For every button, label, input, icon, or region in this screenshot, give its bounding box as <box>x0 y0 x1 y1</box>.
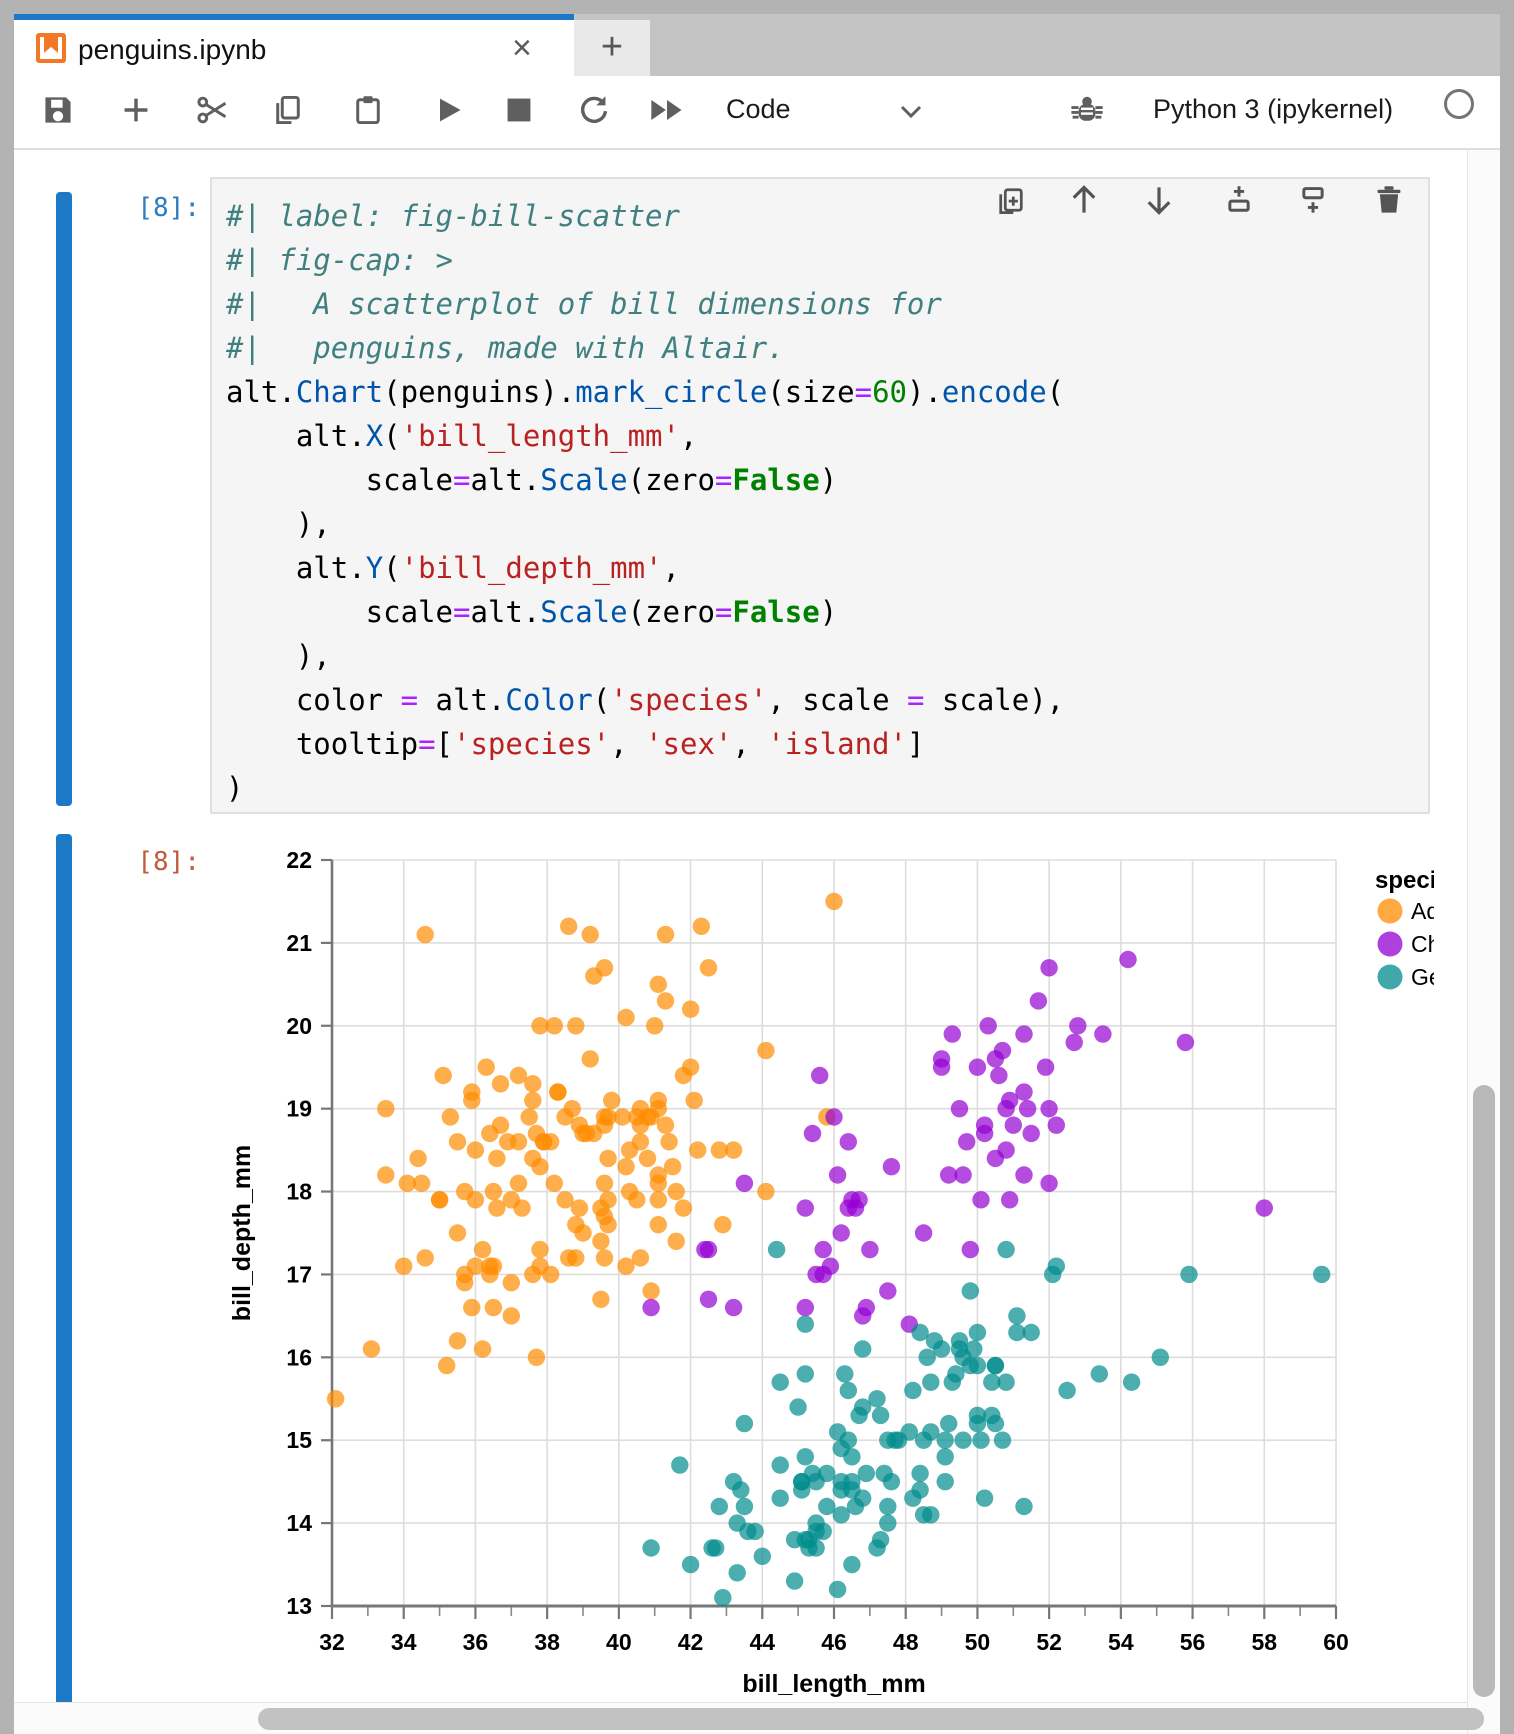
duplicate-icon <box>995 203 1027 220</box>
svg-text:Gentoo: Gentoo <box>1411 964 1434 990</box>
vertical-scrollbar-thumb[interactable] <box>1473 1085 1495 1697</box>
run-cell-button[interactable] <box>432 94 468 130</box>
notebook-toolbar: Code Python 3 (ipykernel) <box>14 76 1500 148</box>
arrow-down-icon <box>1143 203 1175 220</box>
output-chart: 32 34 36 38 40 42 44 46 48 50 52 54 56 58 60 13 14 15 16 17… <box>220 824 1434 1704</box>
scissors-icon <box>196 94 232 126</box>
svg-text:56: 56 <box>1180 1629 1206 1655</box>
horizontal-scrollbar-thumb[interactable] <box>258 1708 1484 1730</box>
svg-text:54: 54 <box>1108 1629 1134 1655</box>
paste-icon <box>352 94 388 126</box>
code-editor[interactable]: #| label: fig-bill-scatter#| fig-cap: >#… <box>210 177 1430 814</box>
svg-text:13: 13 <box>286 1593 312 1619</box>
svg-text:bill_depth_mm: bill_depth_mm <box>228 1145 256 1321</box>
notebook-icon <box>36 33 66 63</box>
horizontal-scrollbar[interactable] <box>14 1702 1467 1734</box>
debugger-toggle[interactable] <box>1070 92 1104 133</box>
svg-text:20: 20 <box>286 1013 312 1039</box>
code-lines: #| label: fig-bill-scatter#| fig-cap: >#… <box>226 194 1064 810</box>
insert-below-icon <box>1297 203 1329 220</box>
notebook-panel: penguins.ipynb × + <box>14 14 1500 1734</box>
trash-icon <box>1373 203 1405 220</box>
restart-kernel-button[interactable] <box>578 94 614 130</box>
output-prompt: [8]: <box>84 840 200 884</box>
svg-text:58: 58 <box>1251 1629 1277 1655</box>
insert-cell-above-button[interactable] <box>1223 184 1257 218</box>
svg-text:32: 32 <box>319 1629 345 1655</box>
chevron-down-icon[interactable] <box>894 100 928 129</box>
svg-text:34: 34 <box>391 1629 417 1655</box>
bug-icon <box>1070 115 1104 132</box>
new-tab-button[interactable]: + <box>574 20 650 76</box>
duplicate-cell-button[interactable] <box>995 184 1029 218</box>
cell-type-select[interactable]: Code <box>726 94 791 125</box>
svg-text:15: 15 <box>286 1427 312 1453</box>
stop-icon <box>503 94 539 126</box>
svg-text:40: 40 <box>606 1629 632 1655</box>
svg-text:18: 18 <box>286 1179 312 1205</box>
restart-icon <box>578 94 614 126</box>
kernel-name[interactable]: Python 3 (ipykernel) <box>1153 94 1393 125</box>
output-collapser[interactable] <box>56 834 72 1734</box>
svg-text:50: 50 <box>965 1629 991 1655</box>
input-collapser[interactable] <box>56 192 72 806</box>
svg-text:46: 46 <box>821 1629 847 1655</box>
svg-text:42: 42 <box>678 1629 704 1655</box>
interrupt-kernel-button[interactable] <box>503 94 539 130</box>
svg-text:52: 52 <box>1036 1629 1062 1655</box>
plus-icon <box>120 94 156 126</box>
cut-cells-button[interactable] <box>196 94 232 130</box>
tab-bar: penguins.ipynb × + <box>14 14 1500 76</box>
move-cell-down-button[interactable] <box>1143 184 1177 218</box>
svg-text:14: 14 <box>286 1510 312 1536</box>
delete-cell-button[interactable] <box>1373 184 1407 218</box>
insert-cell-below-button[interactable] <box>1297 184 1331 218</box>
output-area: 32 34 36 38 40 42 44 46 48 50 52 54 56 58 60 13 14 15 16 17… <box>220 824 1434 1704</box>
vertical-scrollbar[interactable] <box>1467 150 1500 1734</box>
save-icon <box>42 94 78 126</box>
copy-icon <box>272 94 308 126</box>
insert-above-icon <box>1223 203 1255 220</box>
svg-text:17: 17 <box>286 1261 312 1287</box>
paste-cells-button[interactable] <box>352 94 388 130</box>
svg-text:species: species <box>1375 867 1434 894</box>
close-tab-icon[interactable]: × <box>512 28 532 68</box>
kernel-idle-circle-icon <box>1444 89 1474 119</box>
fast-forward-icon <box>648 94 684 126</box>
svg-text:22: 22 <box>286 847 312 873</box>
svg-text:36: 36 <box>463 1629 489 1655</box>
svg-text:19: 19 <box>286 1096 312 1122</box>
svg-text:48: 48 <box>893 1629 919 1655</box>
tab-title: penguins.ipynb <box>78 34 266 66</box>
svg-text:38: 38 <box>534 1629 560 1655</box>
save-button[interactable] <box>42 94 78 130</box>
play-icon <box>432 94 468 126</box>
notebook-content: [8]: #| label: fig-bill-scatter#| fig-ca… <box>14 150 1467 1734</box>
svg-text:21: 21 <box>286 930 312 956</box>
jupyterlab-window: penguins.ipynb × + <box>0 0 1514 1734</box>
copy-cells-button[interactable] <box>272 94 308 130</box>
input-prompt: [8]: <box>84 186 200 230</box>
svg-text:44: 44 <box>749 1629 775 1655</box>
insert-cell-button[interactable] <box>120 94 156 130</box>
svg-text:bill_length_mm: bill_length_mm <box>742 1670 925 1698</box>
svg-text:Chinstrap: Chinstrap <box>1411 931 1434 957</box>
move-cell-up-button[interactable] <box>1068 184 1102 218</box>
svg-text:Adelie: Adelie <box>1411 898 1434 924</box>
svg-text:16: 16 <box>286 1344 312 1370</box>
restart-run-all-button[interactable] <box>648 94 684 130</box>
tab-penguins-ipynb[interactable]: penguins.ipynb × <box>14 14 574 76</box>
arrow-up-icon <box>1068 203 1100 220</box>
svg-text:60: 60 <box>1323 1629 1349 1655</box>
